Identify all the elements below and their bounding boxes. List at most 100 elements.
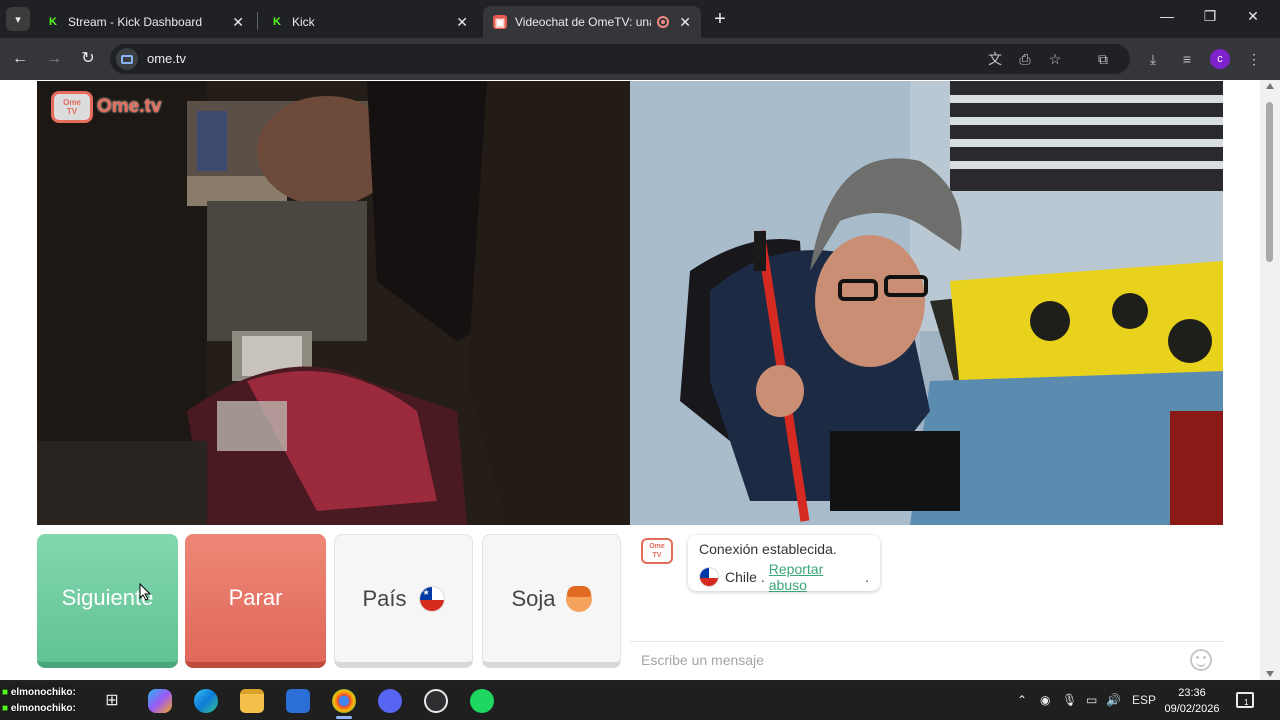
- minimize-icon[interactable]: —: [1152, 8, 1182, 24]
- back-icon[interactable]: ←: [9, 48, 31, 70]
- translate-icon[interactable]: 文: [984, 48, 1006, 70]
- site-camera-icon[interactable]: [116, 48, 138, 70]
- profile-avatar[interactable]: c: [1210, 49, 1230, 69]
- notification-count: 1: [1244, 698, 1249, 707]
- partner-country: Chile: [724, 569, 757, 585]
- volume-icon[interactable]: 🔊: [1106, 693, 1121, 707]
- tab-ometv[interactable]: ▣ Videochat de OmeTV: una a ✕: [483, 6, 701, 38]
- stream-overlay-name: ■ elmonochiko:: [2, 703, 76, 714]
- task-view-icon[interactable]: ⊞: [100, 689, 124, 713]
- tab-label: Kick: [292, 15, 315, 29]
- edge-icon[interactable]: [194, 689, 218, 713]
- language-indicator[interactable]: ESP: [1132, 693, 1156, 707]
- discord-icon[interactable]: [378, 689, 402, 713]
- kick-icon: K: [49, 16, 57, 28]
- country-line: Chile . Reportar abuso .: [699, 561, 869, 593]
- bookmark-star-icon[interactable]: ☆: [1044, 48, 1066, 70]
- gender-button-label: Soja: [511, 585, 556, 611]
- tab-kick[interactable]: K Kick ✕: [260, 6, 478, 38]
- taskbar-clock[interactable]: 23:36 09/02/2026: [1160, 685, 1224, 717]
- tray-overflow-icon[interactable]: ⌃: [1017, 693, 1027, 707]
- chat-panel: Ome TV Conexión establecida. Chile . Rep…: [630, 526, 1223, 680]
- stranger-video: Ome TV Ome.tv: [37, 81, 630, 525]
- window-blinds: [950, 81, 1223, 191]
- clock-time: 23:36: [1178, 687, 1206, 699]
- menu-icon[interactable]: ⋮: [1243, 48, 1265, 70]
- chat-message-input[interactable]: [641, 650, 1181, 670]
- stranger-video-frame: [37, 81, 630, 525]
- report-abuse-link[interactable]: Reportar abuso: [769, 561, 865, 593]
- network-icon[interactable]: ▭: [1086, 693, 1097, 707]
- mouse-cursor-icon: [139, 583, 152, 601]
- country-button[interactable]: País ★: [334, 534, 473, 668]
- self-video-frame: [630, 81, 1223, 525]
- connection-status: Conexión establecida.: [699, 541, 837, 557]
- tab-search-button[interactable]: ▾: [6, 7, 30, 31]
- address-text: ome.tv: [147, 51, 187, 66]
- forward-icon[interactable]: →: [43, 48, 65, 70]
- ometv-page: Ome TV Ome.tv Siguiente Parar País ★ Soj…: [0, 80, 1260, 680]
- chat-logo-top: Ome: [649, 543, 665, 550]
- page-scrollbar[interactable]: [1260, 80, 1280, 680]
- recording-icon: [657, 16, 670, 28]
- stop-button-label: Parar: [228, 585, 283, 610]
- download-icon[interactable]: ⤓: [1142, 48, 1164, 70]
- copilot-icon[interactable]: [148, 689, 172, 713]
- gender-button[interactable]: Soja: [482, 534, 621, 668]
- tab-kick-dashboard[interactable]: K Stream - Kick Dashboard ✕: [36, 6, 254, 38]
- overlay-name-text: elmonochiko:: [10, 703, 76, 714]
- country-separator: .: [760, 569, 765, 585]
- tab-separator: [257, 12, 258, 30]
- windows-taskbar: ■ elmonochiko: ■ elmonochiko: ⊞ ⌃ ◉ 🎙 ▭ …: [0, 682, 1280, 720]
- ometv-logo[interactable]: Ome TV Ome.tv: [51, 91, 161, 123]
- scroll-up-icon[interactable]: [1266, 83, 1274, 89]
- overlay-name-text: elmonochiko:: [10, 687, 76, 698]
- country-button-label: País: [362, 585, 407, 611]
- logo-tv-top: Ome: [63, 98, 81, 107]
- scroll-down-icon[interactable]: [1266, 671, 1274, 677]
- kick-icon: ■: [2, 687, 9, 698]
- chile-flag-icon: [699, 567, 719, 587]
- scroll-thumb[interactable]: [1266, 102, 1273, 262]
- system-message: Conexión establecida. Chile . Reportar a…: [688, 535, 880, 593]
- restore-icon[interactable]: ❐: [1195, 8, 1225, 25]
- stop-button[interactable]: Parar: [185, 534, 326, 668]
- spotify-icon[interactable]: [470, 689, 494, 713]
- kick-icon: K: [273, 16, 281, 28]
- logo-tv-bottom: TV: [66, 107, 78, 116]
- reload-icon[interactable]: ↻: [77, 48, 99, 70]
- logo-tv-icon: Ome TV: [51, 91, 93, 123]
- clock-date: 09/02/2026: [1164, 703, 1220, 715]
- extensions-icon[interactable]: ⧉: [1092, 48, 1114, 70]
- media-control-icon[interactable]: ≡: [1176, 48, 1198, 70]
- tab-label: Stream - Kick Dashboard: [68, 15, 203, 29]
- address-bar[interactable]: ome.tv: [110, 44, 1130, 74]
- emoji-icon[interactable]: [1190, 649, 1212, 671]
- close-tab-icon[interactable]: ✕: [456, 14, 468, 31]
- discord-tray-icon[interactable]: ◉: [1040, 693, 1050, 707]
- close-tab-icon[interactable]: ✕: [679, 14, 691, 31]
- logo-text: Ome.tv: [97, 96, 162, 117]
- file-explorer-icon[interactable]: [240, 689, 264, 713]
- report-suffix: .: [865, 569, 870, 585]
- install-app-icon[interactable]: ⎙: [1014, 48, 1036, 70]
- tab-label: Videochat de OmeTV: una a: [515, 15, 652, 29]
- next-button[interactable]: Siguiente: [37, 534, 178, 668]
- chat-logo-bottom: TV: [652, 552, 662, 559]
- kick-icon: ■: [2, 703, 9, 714]
- close-window-icon[interactable]: ✕: [1238, 8, 1268, 25]
- tab-strip: ▾ K Stream - Kick Dashboard ✕ K Kick ✕ ▣…: [0, 0, 1280, 38]
- new-tab-button[interactable]: +: [709, 8, 731, 30]
- chile-flag-icon: ★: [418, 585, 445, 612]
- chat-divider: [630, 641, 1223, 642]
- notifications-icon[interactable]: 1: [1236, 692, 1254, 708]
- chat-ometv-icon: Ome TV: [641, 538, 673, 564]
- stream-overlay-name: ■ elmonochiko:: [2, 687, 76, 698]
- chrome-icon[interactable]: [332, 689, 356, 719]
- microphone-icon[interactable]: 🎙: [1062, 693, 1077, 707]
- store-icon[interactable]: [286, 689, 310, 713]
- close-tab-icon[interactable]: ✕: [232, 14, 244, 31]
- self-video: [630, 81, 1223, 525]
- boy-face-icon: [565, 585, 592, 612]
- obs-icon[interactable]: [424, 689, 448, 713]
